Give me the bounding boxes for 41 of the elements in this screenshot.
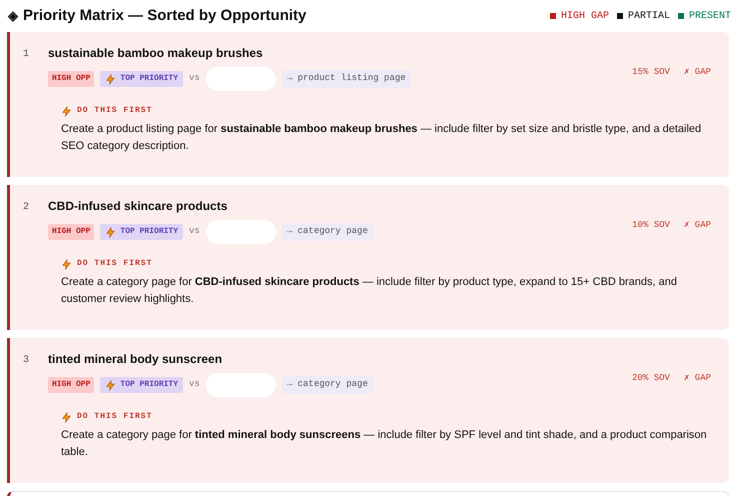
share-of-voice: 20% SOV <box>632 372 670 385</box>
legend-label: PARTIAL <box>628 10 670 24</box>
action-text: Create a category page for tinted mineral body sunscreens — include filter by SPF level and tint shade, and a product comparison table. <box>61 428 708 460</box>
gap-status: ✗ GAP <box>684 219 711 232</box>
versus-label: vs <box>189 225 200 238</box>
share-of-voice: 10% SOV <box>632 219 670 232</box>
priority-badge: TOP PRIORITY <box>100 224 184 240</box>
opportunity-badge: HIGH OPP <box>48 224 94 240</box>
action-label: DO THIS FIRST <box>77 258 152 270</box>
lightning-icon <box>105 380 116 390</box>
action-label: DO THIS FIRST <box>77 411 152 423</box>
lightning-icon <box>105 226 116 238</box>
priority-badge: TOP PRIORITY <box>100 71 184 87</box>
diamond-icon: ◈ <box>8 6 18 26</box>
gap-status: ✗ GAP <box>684 66 711 79</box>
keyword-title: CBD-infused skincare products <box>48 198 228 215</box>
legend-label: HIGH GAP <box>560 10 609 24</box>
opportunity-badge: HIGH OPP <box>48 71 94 87</box>
versus-label: vs <box>189 72 200 86</box>
rank-number: 2 <box>23 201 30 215</box>
page-title: Priority Matrix — Sorted by Opportunity <box>23 6 306 26</box>
action-label: DO THIS FIRST <box>77 105 152 117</box>
target-page-tag: → category page <box>282 223 373 241</box>
keyword-title: sustainable bamboo makeup brushes <box>48 45 264 62</box>
rank-number: 1 <box>23 48 30 62</box>
action-text: Create a product listing page for sustainable bamboo makeup brushes — include filter by set size and bristle type, and a detailed SEO category description. <box>61 122 702 154</box>
share-of-voice: 15% SOV <box>632 66 670 79</box>
opportunity-badge: HIGH OPP <box>48 377 94 393</box>
lightning-icon <box>61 258 72 270</box>
lightning-icon <box>61 412 72 422</box>
legend-label: PRESENT <box>688 10 731 24</box>
versus-label: vs <box>189 378 200 392</box>
target-page-tag: → category page <box>282 376 373 394</box>
lightning-icon <box>105 74 116 84</box>
keyword-title: tinted mineral body sunscreen <box>48 351 224 368</box>
rank-number: 3 <box>23 354 30 368</box>
action-text: Create a category page for CBD-infused skincare products — include filter by product type, expand to 15+ CBD brands, and customer review highlights. <box>61 275 678 307</box>
lightning-icon <box>61 106 72 116</box>
priority-badge: TOP PRIORITY <box>100 377 184 393</box>
target-page-tag: → product listing page <box>282 70 411 88</box>
gap-status: ✗ GAP <box>684 372 711 385</box>
